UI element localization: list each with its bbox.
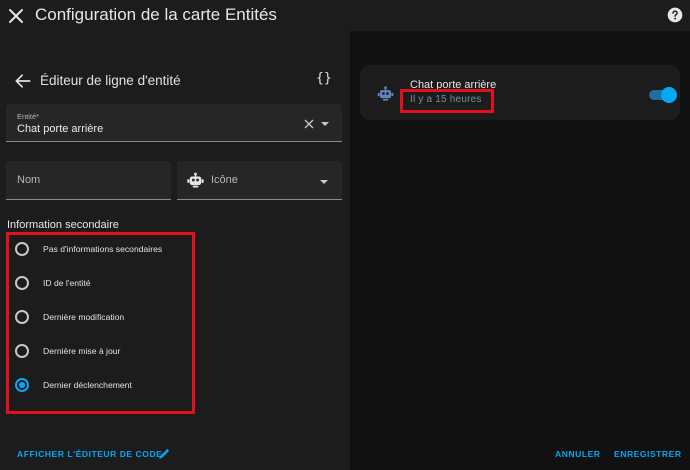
name-field-placeholder: Nom — [17, 174, 41, 186]
pencil-icon[interactable] — [157, 446, 172, 461]
cancel-button[interactable]: ANNULER — [555, 449, 601, 459]
radio-option-last-changed[interactable]: Dernière modification — [12, 304, 188, 330]
radio-button-checked[interactable] — [15, 378, 29, 392]
arrow-left-icon[interactable] — [13, 71, 33, 91]
radio-option-none[interactable]: Pas d'informations secondaires — [12, 236, 188, 262]
robot-icon — [377, 86, 394, 101]
name-field[interactable]: Nom — [6, 161, 171, 200]
radio-button[interactable] — [15, 242, 29, 256]
radio-label: ID de l'entité — [43, 278, 91, 288]
radio-button[interactable] — [15, 344, 29, 358]
show-code-editor-button[interactable]: AFFICHER L'ÉDITEUR DE CODE — [17, 449, 162, 459]
radio-button[interactable] — [15, 310, 29, 324]
dialog-title: Configuration de la carte Entités — [35, 5, 277, 24]
preview-panel: Chat porte arrière Il y a 15 heures — [350, 31, 690, 470]
radio-option-entity-id[interactable]: ID de l'entité — [12, 270, 188, 296]
preview-entity-name: Chat porte arrière — [410, 79, 497, 91]
radio-dot — [19, 382, 25, 388]
robot-icon — [187, 172, 204, 188]
close-icon[interactable] — [4, 4, 28, 28]
save-button[interactable]: ENREGISTRER — [614, 449, 682, 459]
yaml-toggle-button[interactable]: {} — [316, 71, 332, 86]
entity-toggle[interactable] — [649, 87, 677, 103]
entity-field[interactable]: Entité* Chat porte arrière — [6, 104, 342, 142]
icon-field-placeholder: Icône — [211, 174, 238, 186]
entity-field-value: Chat porte arrière — [17, 123, 104, 135]
radio-option-last-triggered[interactable]: Dernier déclenchement — [12, 372, 188, 398]
clear-icon[interactable] — [304, 119, 314, 129]
radio-label: Dernier déclenchement — [43, 380, 132, 390]
chevron-down-icon[interactable] — [320, 180, 328, 184]
help-circle-icon[interactable] — [667, 7, 683, 23]
preview-entity-status: Il y a 15 heures — [410, 94, 482, 105]
radio-button[interactable] — [15, 276, 29, 290]
toggle-thumb — [661, 87, 677, 103]
entity-field-label: Entité* — [17, 112, 40, 121]
radio-option-last-updated[interactable]: Dernière mise à jour — [12, 338, 188, 364]
radio-label: Pas d'informations secondaires — [43, 244, 163, 254]
radio-label: Dernière mise à jour — [43, 346, 121, 356]
icon-picker-field[interactable]: Icône — [177, 161, 342, 200]
radio-label: Dernière modification — [43, 312, 125, 322]
chevron-down-icon[interactable] — [321, 122, 329, 126]
preview-entity-card: Chat porte arrière Il y a 15 heures — [360, 65, 680, 120]
editor-title: Éditeur de ligne d'entité — [40, 73, 181, 88]
secondary-info-title: Information secondaire — [7, 219, 119, 231]
